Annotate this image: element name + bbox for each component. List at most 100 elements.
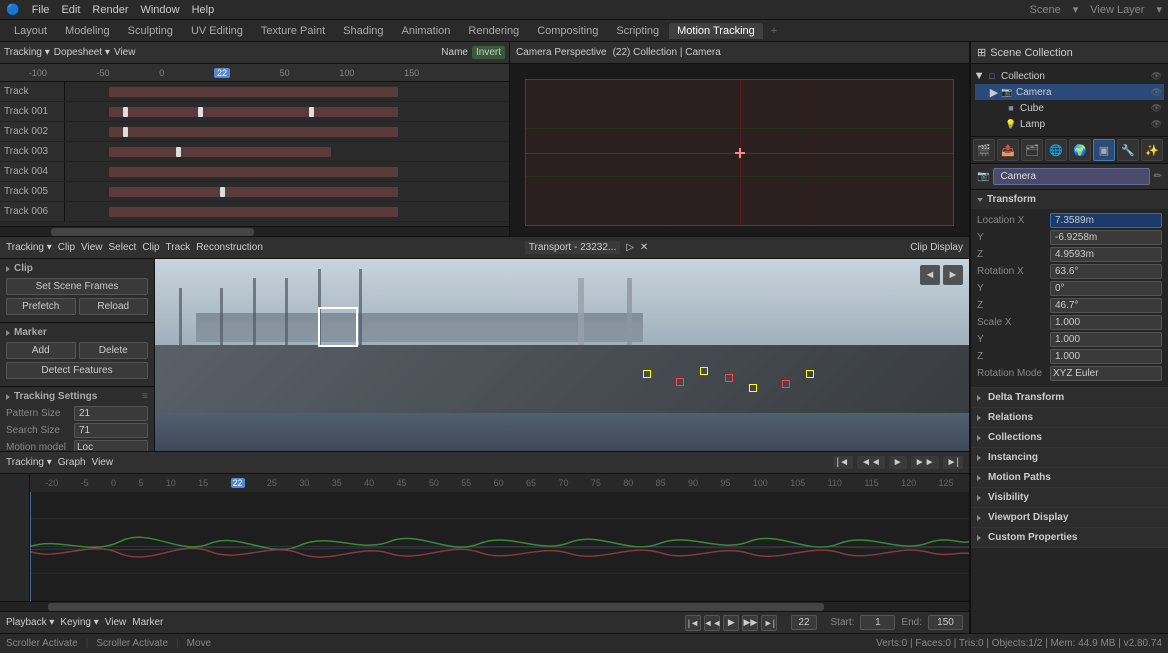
- dopesheet-scrollbar[interactable]: [0, 226, 509, 236]
- reload-btn[interactable]: Reload: [79, 298, 149, 315]
- clip-menu-reconstruction[interactable]: Reconstruction: [196, 242, 263, 253]
- graph-ctrl-prev[interactable]: |◄: [833, 456, 854, 469]
- invert-btn[interactable]: Invert: [472, 46, 505, 59]
- prev-frame-btn[interactable]: ◄: [920, 265, 940, 285]
- camera-arrow[interactable]: ▶: [990, 88, 998, 96]
- scale-y-value[interactable]: 1.000: [1050, 332, 1162, 347]
- motion-paths-header[interactable]: Motion Paths: [971, 468, 1168, 487]
- scale-z-value[interactable]: 1.000: [1050, 349, 1162, 364]
- tab-shading[interactable]: Shading: [335, 23, 391, 39]
- blender-logo[interactable]: 🔵: [6, 3, 20, 16]
- world-props-btn[interactable]: 🌍: [1069, 139, 1091, 161]
- graph-ctrl-play-back[interactable]: ◄◄: [857, 456, 885, 469]
- track-content[interactable]: [65, 82, 509, 101]
- current-frame-display[interactable]: 22: [791, 617, 816, 628]
- clip-tracking-dropdown[interactable]: Tracking ▾: [6, 242, 52, 253]
- modifier-btn[interactable]: 🔧: [1117, 139, 1139, 161]
- output-props-btn[interactable]: 📤: [997, 139, 1019, 161]
- scene-props-btn[interactable]: 🌐: [1045, 139, 1067, 161]
- tab-compositing[interactable]: Compositing: [529, 23, 606, 39]
- jump-back-btn[interactable]: ◄◄: [704, 615, 720, 631]
- tab-texture-paint[interactable]: Texture Paint: [253, 23, 333, 39]
- tab-motion-tracking[interactable]: Motion Tracking: [669, 23, 763, 39]
- location-z-value[interactable]: 4.9593m: [1050, 247, 1162, 262]
- menu-help[interactable]: Help: [192, 4, 215, 16]
- dopesheet-dropdown[interactable]: Dopesheet ▾: [54, 47, 110, 58]
- instancing-header[interactable]: Instancing: [971, 448, 1168, 467]
- track-content[interactable]: [65, 122, 509, 141]
- track-content[interactable]: [65, 162, 509, 181]
- collections-header[interactable]: Collections: [971, 428, 1168, 447]
- tab-rendering[interactable]: Rendering: [460, 23, 527, 39]
- track-content[interactable]: [65, 142, 509, 161]
- menu-edit[interactable]: Edit: [61, 4, 80, 16]
- tree-item-camera[interactable]: ▶ 📷 Camera 👁: [975, 84, 1164, 100]
- menu-render[interactable]: Render: [92, 4, 128, 16]
- graph-scrollbar[interactable]: [0, 601, 969, 611]
- tab-animation[interactable]: Animation: [394, 23, 459, 39]
- status-left[interactable]: Scroller Activate: [6, 638, 78, 649]
- tab-scripting[interactable]: Scripting: [608, 23, 667, 39]
- tracking-dropdown[interactable]: Tracking ▾: [4, 47, 50, 58]
- add-marker-btn[interactable]: Add: [6, 342, 76, 359]
- camera-visibility[interactable]: 👁: [1151, 87, 1162, 98]
- start-frame[interactable]: 1: [860, 615, 895, 630]
- add-workspace-button[interactable]: +: [771, 25, 777, 37]
- custom-properties-header[interactable]: Custom Properties: [971, 528, 1168, 547]
- graph-ctrl-play-fwd[interactable]: ►►: [911, 456, 939, 469]
- tree-item-collection[interactable]: ▼ □ Collection 👁: [975, 68, 1164, 84]
- relations-header[interactable]: Relations: [971, 408, 1168, 427]
- rotation-mode-select[interactable]: XYZ Euler: [1050, 366, 1162, 381]
- particles-btn[interactable]: ✨: [1141, 139, 1163, 161]
- location-x-value[interactable]: 7.3589m: [1050, 213, 1162, 228]
- play-fwd-btn[interactable]: ▶▶: [742, 615, 758, 631]
- next-frame-btn[interactable]: ►: [943, 265, 963, 285]
- tab-uv-editing[interactable]: UV Editing: [183, 23, 251, 39]
- clip-menu-view[interactable]: View: [81, 242, 103, 253]
- pattern-size-value[interactable]: 21: [74, 406, 148, 421]
- graph-view[interactable]: View: [92, 457, 114, 468]
- end-frame[interactable]: 150: [928, 615, 963, 630]
- jump-end-btn[interactable]: ►|: [761, 615, 777, 631]
- delete-marker-btn[interactable]: Delete: [79, 342, 149, 359]
- clip-menu-item-clip[interactable]: Clip: [58, 242, 75, 253]
- rotation-z-value[interactable]: 46.7°: [1050, 298, 1162, 313]
- camera-props-edit-icon[interactable]: ✏: [1154, 171, 1162, 182]
- set-scene-frames-btn[interactable]: Set Scene Frames: [6, 278, 148, 295]
- delta-transform-header[interactable]: Delta Transform: [971, 388, 1168, 407]
- rotation-y-value[interactable]: 0°: [1050, 281, 1162, 296]
- jump-start-btn[interactable]: |◄: [685, 615, 701, 631]
- transport-play-icon[interactable]: ▷: [626, 242, 634, 253]
- menu-file[interactable]: File: [32, 4, 50, 16]
- playback-view[interactable]: View: [105, 617, 127, 628]
- tab-sculpting[interactable]: Sculpting: [120, 23, 181, 39]
- track-content[interactable]: [65, 202, 509, 221]
- name-filter[interactable]: Name: [441, 47, 468, 58]
- object-props-btn[interactable]: ▣: [1093, 139, 1115, 161]
- camera-canvas[interactable]: [510, 64, 969, 236]
- clip-viewport[interactable]: ◄ ►: [155, 259, 969, 451]
- graph-ctrl-play[interactable]: ►: [889, 456, 907, 469]
- render-props-btn[interactable]: 🎬: [973, 139, 995, 161]
- motion-model-select[interactable]: Loc: [74, 440, 148, 451]
- playback-marker[interactable]: Marker: [132, 617, 163, 628]
- graph-tracking-dropdown[interactable]: Tracking ▾: [6, 457, 52, 468]
- clip-menu-select[interactable]: Select: [109, 242, 137, 253]
- visibility-header[interactable]: Visibility: [971, 488, 1168, 507]
- clip-menu-clip[interactable]: Clip: [142, 242, 159, 253]
- tree-item-lamp[interactable]: 💡 Lamp 👁: [975, 116, 1164, 132]
- collection-visibility[interactable]: 👁: [1151, 71, 1162, 82]
- view-layer-btn[interactable]: 🗂: [1021, 139, 1043, 161]
- graph-canvas[interactable]: -20-50510 1522 2530354045 5055606570 758…: [30, 474, 969, 601]
- transform-section-header[interactable]: Transform: [971, 190, 1168, 209]
- detect-features-btn[interactable]: Detect Features: [6, 362, 148, 379]
- scale-x-value[interactable]: 1.000: [1050, 315, 1162, 330]
- cube-visibility[interactable]: 👁: [1151, 103, 1162, 114]
- search-size-value[interactable]: 71: [74, 423, 148, 438]
- transport-stop-icon[interactable]: ✕: [640, 242, 648, 253]
- status-middle[interactable]: Scroller Activate: [96, 638, 168, 649]
- view-menu[interactable]: View: [114, 47, 136, 58]
- graph-ctrl-next[interactable]: ►|: [943, 456, 964, 469]
- tab-modeling[interactable]: Modeling: [57, 23, 118, 39]
- rotation-x-value[interactable]: 63.6°: [1050, 264, 1162, 279]
